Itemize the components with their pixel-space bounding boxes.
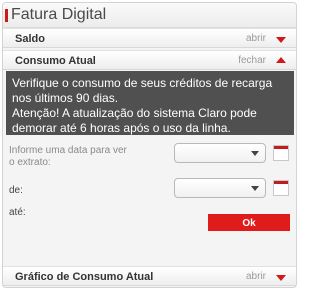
section-consumo-atual-toggle[interactable]: fechar [238, 55, 266, 66]
section-grafico-label: Gráfico de Consumo Atual [15, 271, 154, 283]
title-accent-bar [5, 9, 8, 22]
calendar-icon[interactable] [273, 180, 289, 196]
panel-header: Fatura Digital [3, 3, 296, 28]
chevron-down-icon[interactable] [276, 37, 286, 43]
section-consumo-atual[interactable]: Consumo Atual fechar [3, 50, 296, 70]
chevron-up-icon[interactable] [276, 57, 286, 63]
info-text-2: Atenção! A atualização do sistema Claro … [12, 106, 257, 135]
section-saldo-label: Saldo [15, 33, 45, 45]
section-grafico[interactable]: Gráfico de Consumo Atual abrir [3, 266, 296, 286]
to-label: até: [9, 207, 26, 218]
panel-title: Fatura Digital [11, 6, 107, 23]
section-consumo-atual-label: Consumo Atual [15, 55, 96, 67]
section-saldo-toggle[interactable]: abrir [246, 33, 266, 44]
chevron-down-icon[interactable] [276, 275, 286, 281]
ok-button[interactable]: Ok [208, 214, 290, 231]
from-date-select[interactable] [174, 178, 266, 198]
chevron-down-icon [251, 186, 259, 191]
calendar-icon[interactable] [273, 145, 289, 161]
info-message: Verifique o consumo de seus créditos de … [6, 71, 294, 135]
from-label: de: [9, 185, 23, 196]
fatura-digital-panel: Fatura Digital Saldo abrir Consumo Atual… [2, 2, 297, 288]
section-saldo[interactable]: Saldo abrir [3, 28, 296, 48]
section-grafico-toggle[interactable]: abrir [246, 271, 266, 282]
start-date-select[interactable] [174, 143, 266, 163]
date-prompt-label: Informe uma data para ver o extrato: [9, 145, 127, 168]
info-text-1: Verifique o consumo de seus créditos de … [12, 76, 273, 105]
chevron-down-icon [251, 151, 259, 156]
